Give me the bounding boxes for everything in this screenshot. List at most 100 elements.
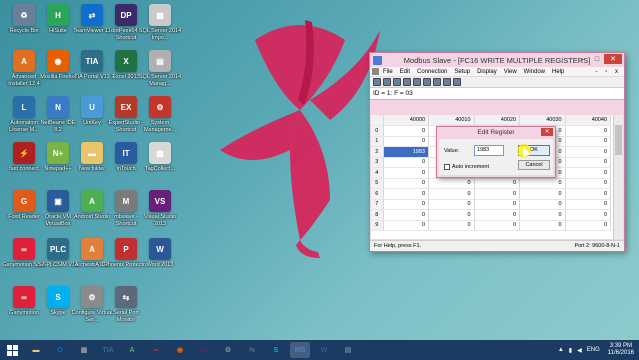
disconnect-icon[interactable] xyxy=(423,78,431,86)
column-header: 40000 xyxy=(383,115,429,126)
register-cell[interactable]: 0 xyxy=(565,220,611,231)
register-cell[interactable]: 0 xyxy=(474,199,520,210)
system-menu-icon[interactable] xyxy=(372,68,379,75)
dialog-titlebar[interactable]: Edit Register ✕ xyxy=(437,127,555,138)
register-cell[interactable]: 0 xyxy=(474,209,520,221)
close-button[interactable]: ✕ xyxy=(604,54,622,64)
menu-window[interactable]: Window xyxy=(524,69,545,75)
register-cell[interactable]: 0 xyxy=(565,146,611,158)
register-cell[interactable]: 0 xyxy=(565,125,611,137)
file-explorer-icon[interactable]: ▬ xyxy=(26,342,46,358)
register-cell[interactable]: 0 xyxy=(428,188,475,200)
menu-help[interactable]: Help xyxy=(552,69,564,75)
register-cell[interactable]: 0 xyxy=(383,209,429,221)
firefox-icon[interactable]: ◉ xyxy=(170,342,190,358)
register-cell[interactable]: 0 xyxy=(519,209,566,221)
register-cell[interactable]: 0 xyxy=(428,209,475,221)
register-cell[interactable]: 0 xyxy=(383,199,429,210)
register-cell[interactable]: 0 xyxy=(383,136,429,147)
menu-display[interactable]: Display xyxy=(477,69,497,75)
register-cell[interactable]: 0 xyxy=(519,188,566,200)
vertical-scrollbar[interactable] xyxy=(613,115,623,239)
register-cell[interactable]: 0 xyxy=(383,178,429,189)
register-cell[interactable]: 0 xyxy=(565,188,611,200)
menu-setup[interactable]: Setup xyxy=(454,69,470,75)
menu-connection[interactable]: Connection xyxy=(417,69,447,75)
auto-increment-label: Auto increment xyxy=(452,164,489,170)
setup-icon[interactable] xyxy=(433,78,441,86)
configure-virtual-serial-icon[interactable]: ⚙ xyxy=(218,342,238,358)
open-icon[interactable] xyxy=(383,78,391,86)
corner-header xyxy=(371,115,384,126)
register-cell[interactable]: 0 xyxy=(519,178,566,189)
register-cell[interactable]: 0 xyxy=(474,188,520,200)
clock[interactable]: 3:39 PM 11/6/2016 xyxy=(608,343,634,357)
register-cell[interactable]: 0 xyxy=(519,220,566,231)
plcsim-icon: PLC xyxy=(47,238,69,260)
hisuite-icon: H xyxy=(47,4,69,26)
register-cell[interactable]: 0 xyxy=(565,157,611,168)
word-icon[interactable]: W xyxy=(314,342,334,358)
serial-port-monitor-icon[interactable]: ⇆ xyxy=(242,342,262,358)
register-cell[interactable]: 0 xyxy=(565,209,611,221)
tia-portal-icon[interactable]: TIA xyxy=(98,342,118,358)
new-icon[interactable] xyxy=(373,78,381,86)
display-icon[interactable] xyxy=(443,78,451,86)
register-cell[interactable]: 0 xyxy=(565,199,611,210)
register-cell[interactable]: 0 xyxy=(474,220,520,231)
print-icon[interactable] xyxy=(403,78,411,86)
register-cell[interactable]: 0 xyxy=(474,178,520,189)
dialog-close-button[interactable]: ✕ xyxy=(541,128,553,136)
other-app-icon[interactable]: ▤ xyxy=(338,342,358,358)
desktop-icon[interactable]: ▦ TagCollect... xyxy=(140,142,180,179)
language-indicator[interactable]: ENG xyxy=(587,347,600,353)
register-cell[interactable]: 1983 xyxy=(383,146,429,158)
register-cell[interactable]: 0 xyxy=(428,199,475,210)
connect-icon[interactable] xyxy=(413,78,421,86)
mdi-window-buttons[interactable]: - ▫ x xyxy=(596,69,624,75)
tray-up-arrow-icon[interactable]: ▲ xyxy=(558,347,564,353)
register-cell[interactable]: 0 xyxy=(428,178,475,189)
desktop-icon[interactable]: W Word 2013 xyxy=(140,238,180,275)
menu-edit[interactable]: Edit xyxy=(400,69,410,75)
genymotion-icon[interactable]: ∞ xyxy=(146,342,166,358)
help-icon[interactable] xyxy=(453,78,461,86)
android-studio-icon[interactable]: A xyxy=(122,342,142,358)
save-icon[interactable] xyxy=(393,78,401,86)
register-cell[interactable]: 0 xyxy=(519,199,566,210)
register-cell[interactable]: 0 xyxy=(383,167,429,179)
visual-studio-icon[interactable]: VS xyxy=(194,342,214,358)
window-titlebar[interactable]: Modbus Slave - [FC16 WRITE MULTIPLE REGI… xyxy=(370,53,624,67)
desktop-icon[interactable]: ⚙ System Manageme... xyxy=(140,96,180,133)
volume-icon[interactable]: ◀ xyxy=(577,347,582,354)
desktop-icon[interactable]: ▦ SQL Server 2014 Impo... xyxy=(139,4,181,41)
minimize-button[interactable]: – xyxy=(576,54,590,64)
skype-icon[interactable]: S xyxy=(266,342,286,358)
desktop-icon[interactable]: ▤ SQL Server 2014 Manag... xyxy=(139,50,181,87)
start-button[interactable] xyxy=(0,340,24,360)
modbus-slave-icon[interactable]: MB xyxy=(290,342,310,358)
netbeans-icon: N xyxy=(47,96,69,118)
register-cell[interactable]: 0 xyxy=(383,220,429,231)
register-cell[interactable]: 0 xyxy=(383,188,429,200)
cancel-button[interactable]: Cancel xyxy=(518,160,550,170)
desktop-icon[interactable]: ⇆ Serial Port Monitor xyxy=(106,286,146,323)
sql-server-icon[interactable]: ▦ xyxy=(74,342,94,358)
menu-view[interactable]: View xyxy=(504,69,517,75)
edit-register-dialog[interactable]: Edit Register ✕ Value: 1983 OK Cancel Au… xyxy=(436,126,556,178)
network-icon[interactable]: ▮ xyxy=(569,347,572,354)
menu-file[interactable]: File xyxy=(383,69,393,75)
row-header: 2 xyxy=(371,146,384,158)
outlook-icon[interactable]: O xyxy=(50,342,70,358)
register-cell[interactable]: 0 xyxy=(565,167,611,179)
register-cell[interactable]: 0 xyxy=(428,220,475,231)
desktop-icon[interactable]: VS Visual Studio 2013 xyxy=(140,190,180,227)
register-cell[interactable]: 0 xyxy=(383,125,429,137)
scroll-thumb[interactable] xyxy=(615,125,622,155)
maximize-button[interactable]: □ xyxy=(590,54,604,64)
value-input[interactable]: 1983 xyxy=(474,145,504,156)
register-cell[interactable]: 0 xyxy=(565,178,611,189)
register-cell[interactable]: 0 xyxy=(565,136,611,147)
register-cell[interactable]: 0 xyxy=(383,157,429,168)
auto-increment-checkbox[interactable] xyxy=(444,164,450,170)
